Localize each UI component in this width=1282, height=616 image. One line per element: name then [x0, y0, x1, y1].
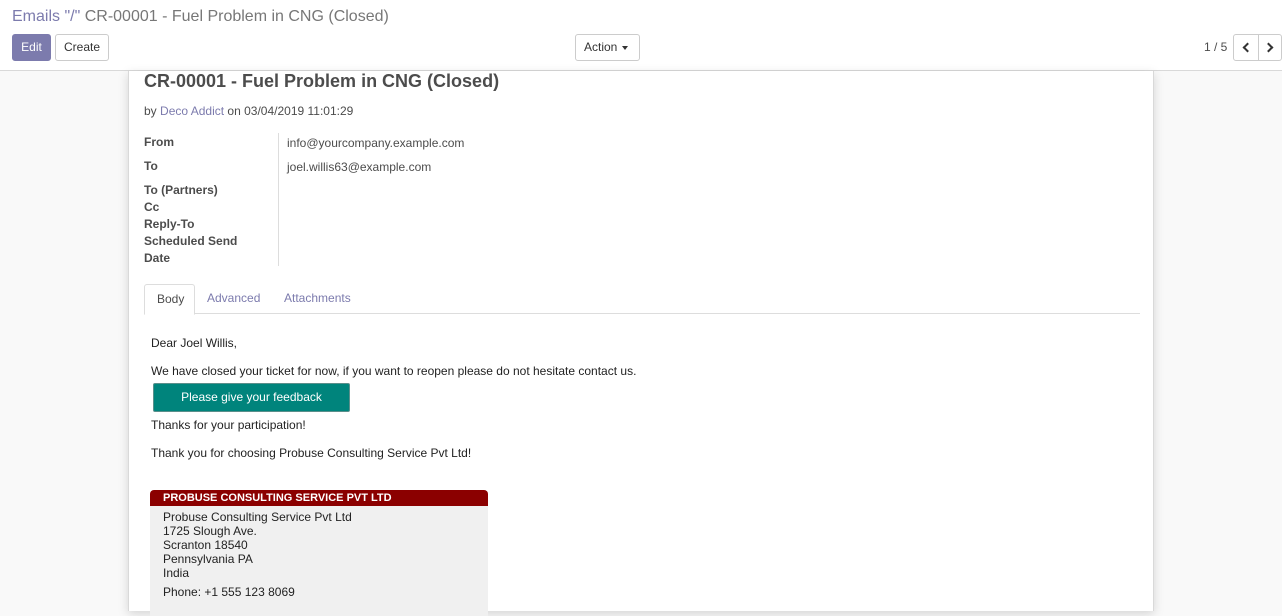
action-dropdown[interactable]: Action — [575, 34, 640, 61]
to-value: joel.willis63@example.com — [287, 160, 432, 174]
breadcrumb-parent-link[interactable]: Emails "/" — [12, 8, 80, 25]
email-choosing: Thank you for choosing Probuse Consultin… — [151, 446, 472, 460]
signature-line: Probuse Consulting Service Pvt Ltd — [163, 510, 352, 524]
scheduled-date-label: Date — [144, 251, 171, 265]
edit-button[interactable]: Edit — [12, 34, 51, 61]
chevron-left-icon — [1242, 42, 1253, 53]
email-message: We have closed your ticket for now, if y… — [151, 364, 637, 378]
form-sheet: CR-00001 - Fuel Problem in CNG (Closed) … — [128, 71, 1154, 616]
control-panel: Emails "/" CR-00001 - Fuel Problem in CN… — [0, 0, 1282, 71]
action-label: Action — [584, 40, 618, 54]
tab-body[interactable]: Body — [144, 284, 195, 315]
author-link[interactable]: Deco Addict — [160, 104, 224, 118]
to-partners-label: To (Partners) — [144, 183, 218, 197]
email-greeting: Dear Joel Willis, — [151, 336, 238, 350]
signature-line: Scranton 18540 — [163, 538, 248, 552]
notebook-tabs: Body Advanced Attachments — [144, 284, 1140, 315]
reply-to-label: Reply-To — [144, 217, 195, 231]
tab-attachments[interactable]: Attachments — [272, 284, 363, 314]
signature-header: PROBUSE CONSULTING SERVICE PVT LTD — [150, 490, 488, 506]
caret-down-icon — [622, 45, 629, 50]
byline-date: on 03/04/2019 11:01:29 — [227, 104, 354, 118]
tab-advanced[interactable]: Advanced — [195, 284, 272, 314]
chevron-right-icon — [1263, 42, 1274, 53]
email-thanks: Thanks for your participation! — [151, 418, 306, 432]
to-label: To — [144, 159, 158, 173]
byline-prefix: by — [144, 104, 157, 118]
breadcrumb: Emails "/" CR-00001 - Fuel Problem in CN… — [12, 8, 389, 26]
create-button[interactable]: Create — [55, 34, 109, 61]
field-divider — [278, 133, 279, 266]
pager-previous-button[interactable] — [1233, 34, 1259, 61]
signature-line: 1725 Slough Ave. — [163, 524, 257, 538]
pager-next-button[interactable] — [1258, 34, 1282, 61]
signature-line: Pennsylvania PA — [163, 552, 253, 566]
feedback-button[interactable]: Please give your feedback — [153, 383, 350, 412]
signature-block: Probuse Consulting Service Pvt Ltd 1725 … — [150, 506, 488, 616]
from-label: From — [144, 135, 174, 149]
breadcrumb-current: CR-00001 - Fuel Problem in CNG (Closed) — [84, 8, 389, 25]
record-title: CR-00001 - Fuel Problem in CNG (Closed) — [144, 71, 500, 91]
cc-label: Cc — [144, 200, 160, 214]
from-value: info@yourcompany.example.com — [287, 136, 465, 150]
scheduled-send-label: Scheduled Send — [144, 234, 238, 248]
pager-value[interactable]: 1 / 5 — [1204, 40, 1227, 54]
signature-line: India — [163, 566, 190, 580]
record-byline: by Deco Addict on 03/04/2019 11:01:29 — [144, 104, 353, 118]
